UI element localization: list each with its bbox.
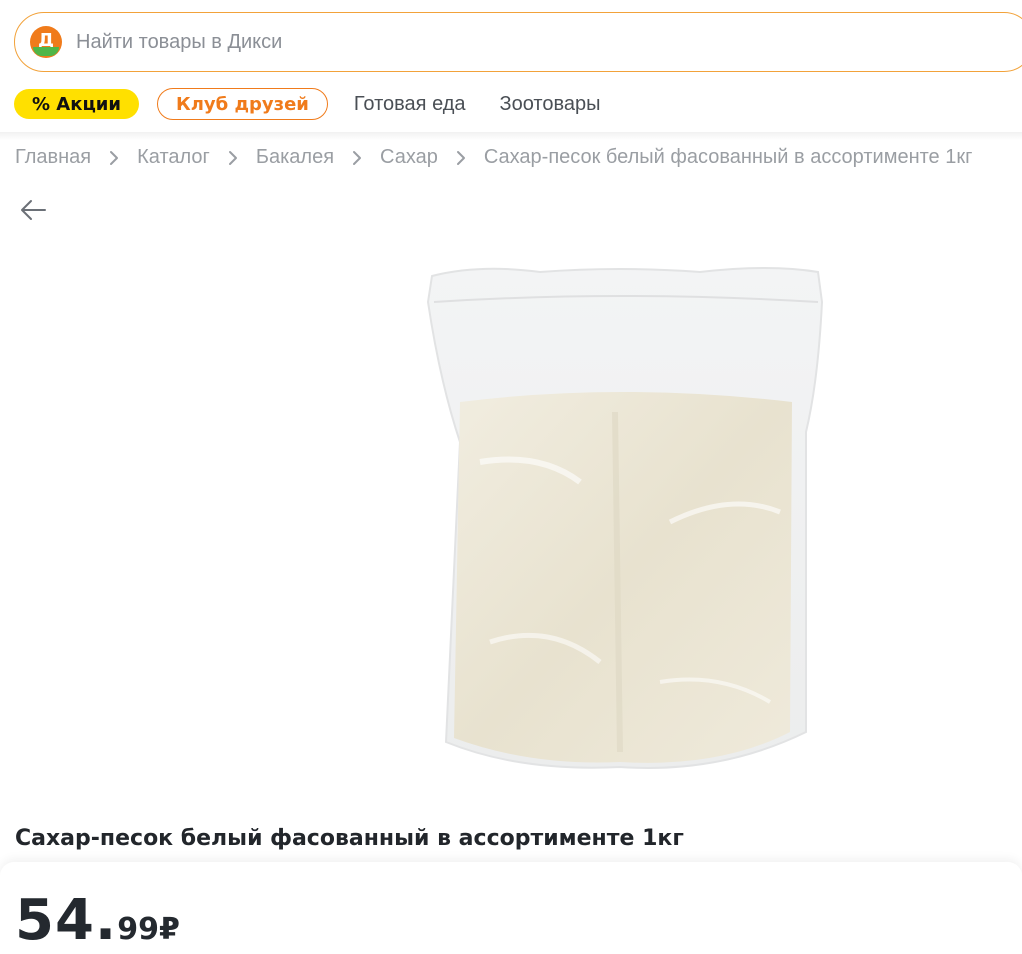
- chevron-right-icon: [352, 150, 362, 166]
- sale-button[interactable]: % Акции: [14, 89, 140, 119]
- product-price: 54. 99 ₽: [15, 888, 180, 953]
- header-shadow: [0, 132, 1022, 140]
- breadcrumb-item-catalog[interactable]: Каталог: [137, 146, 210, 169]
- arrow-left-icon: [21, 200, 46, 220]
- breadcrumb-item-sugar[interactable]: Сахар: [380, 146, 438, 169]
- friends-club-button[interactable]: Клуб друзей: [157, 88, 328, 120]
- logo-swoosh: [33, 47, 59, 56]
- price-currency: ₽: [158, 912, 180, 947]
- breadcrumb-item-current: Сахар-песок белый фасованный в ассортиме…: [483, 146, 973, 168]
- breadcrumb-item-grocery[interactable]: Бакалея: [256, 146, 334, 169]
- chevron-right-icon: [109, 150, 119, 166]
- search-bar[interactable]: Д: [14, 12, 1022, 72]
- price-integer: 54.: [15, 888, 118, 953]
- dixy-logo-icon[interactable]: Д: [30, 26, 62, 58]
- price-fraction: 99: [117, 912, 159, 947]
- top-nav: % Акции Клуб друзей Готовая еда Зоотовар…: [14, 88, 601, 120]
- chevron-right-icon: [456, 150, 466, 166]
- nav-link-ready-food[interactable]: Готовая еда: [354, 93, 466, 116]
- chevron-right-icon: [228, 150, 238, 166]
- search-input[interactable]: [76, 30, 676, 54]
- product-image: [426, 267, 824, 769]
- nav-link-pet-goods[interactable]: Зоотовары: [500, 93, 601, 116]
- breadcrumb: Главная Каталог Бакалея Сахар Сахар-песо…: [15, 146, 972, 169]
- breadcrumb-item-home[interactable]: Главная: [15, 146, 91, 169]
- product-title: Сахар-песок белый фасованный в ассортиме…: [15, 826, 684, 851]
- back-button[interactable]: [18, 196, 48, 224]
